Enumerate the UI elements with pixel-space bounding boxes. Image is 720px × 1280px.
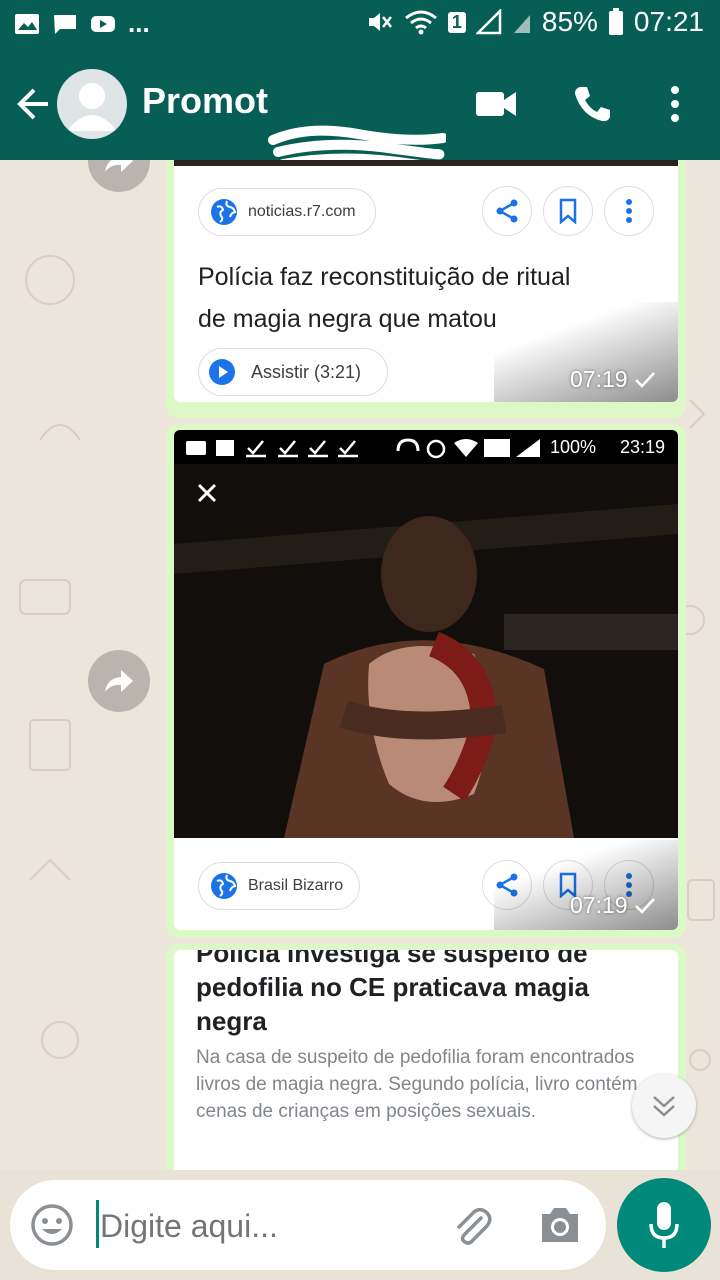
globe-icon — [211, 873, 237, 899]
mute-icon — [368, 13, 392, 31]
image-strip — [174, 160, 678, 166]
more-options-button[interactable] — [604, 186, 654, 236]
clock: 07:21 — [633, 6, 704, 37]
status-bar: ... 1 85% 07:21 — [0, 0, 720, 48]
battery-percent: 85% — [541, 6, 598, 37]
news-photo[interactable] — [174, 464, 678, 838]
avatar[interactable] — [57, 69, 127, 139]
message-bubble[interactable]: noticias.r7.com Polícia faz reconstituiç… — [166, 160, 686, 418]
source-name: noticias.r7.com — [248, 203, 356, 220]
forward-icon — [105, 670, 133, 692]
double-chevron-down-icon — [653, 1096, 675, 1117]
source-name: Brasil Bizarro — [248, 877, 344, 894]
camera-icon[interactable] — [538, 1204, 582, 1246]
bookmark-button[interactable] — [543, 186, 593, 236]
embedded-notification-icons — [186, 440, 358, 458]
embedded-system-icons — [396, 438, 540, 459]
check-icon — [634, 897, 655, 914]
more-vert-icon — [626, 199, 632, 223]
message-meta: 07:19 — [570, 366, 656, 393]
voice-call-icon[interactable] — [572, 84, 612, 124]
embedded-status-bar: 100% 23:19 — [174, 430, 678, 464]
youtube-icon — [91, 15, 115, 32]
forward-button[interactable] — [88, 650, 150, 712]
article-card[interactable]: Polícia investiga se suspeito de pedofil… — [174, 950, 678, 1170]
chat-header: Promot — [0, 48, 720, 174]
gallery-icon — [15, 13, 39, 34]
emoji-icon[interactable] — [30, 1203, 74, 1247]
close-icon — [197, 483, 217, 503]
source-chip[interactable]: Brasil Bizarro — [198, 862, 360, 910]
message-bubble[interactable]: 100% 23:19 Brasil Bizarro 07:19 — [166, 424, 686, 938]
globe-icon — [211, 199, 237, 225]
image-message[interactable]: 100% 23:19 Brasil Bizarro — [174, 430, 678, 930]
photo-illustration — [174, 464, 678, 838]
back-arrow-icon[interactable] — [14, 86, 52, 122]
watch-video-button[interactable]: Assistir (3:21) — [198, 348, 388, 396]
wifi-icon — [404, 10, 437, 35]
attachment-icon[interactable] — [451, 1204, 495, 1248]
video-call-icon[interactable] — [474, 88, 518, 120]
message-time: 07:19 — [570, 892, 628, 918]
check-icon — [634, 371, 655, 388]
message-meta: 07:19 — [570, 892, 656, 919]
share-button[interactable] — [482, 186, 532, 236]
signal-icon-2 — [513, 15, 530, 33]
signal-icon — [475, 9, 502, 35]
message-bubble[interactable]: Polícia investiga se suspeito de pedofil… — [166, 944, 686, 1170]
scroll-to-bottom-button[interactable] — [632, 1074, 696, 1138]
overflow-menu-icon[interactable] — [667, 84, 683, 124]
message-icon — [54, 14, 76, 34]
embedded-time: 23:19 — [620, 437, 666, 457]
message-composer[interactable] — [10, 1180, 606, 1270]
embedded-battery: 100% — [550, 437, 597, 457]
battery-icon — [608, 8, 623, 35]
forward-icon — [105, 160, 133, 172]
chat-area[interactable]: noticias.r7.com Polícia faz reconstituiç… — [0, 160, 720, 1170]
sim-badge: 1 — [447, 11, 466, 33]
article-snippet: Na casa de suspeito de pedofilia foram e… — [196, 1047, 638, 1122]
contact-name[interactable]: Promot — [142, 80, 268, 122]
message-time: 07:19 — [570, 366, 628, 392]
voice-message-button[interactable] — [617, 1178, 711, 1272]
more-notifications: ... — [128, 8, 150, 38]
bookmark-icon — [559, 198, 577, 224]
watch-label: Assistir (3:21) — [251, 361, 362, 382]
play-icon — [209, 359, 235, 385]
default-avatar-icon — [67, 83, 117, 131]
article-headline[interactable]: Polícia investiga se suspeito de pedofil… — [196, 950, 636, 1038]
source-chip[interactable]: noticias.r7.com — [198, 188, 376, 236]
message-input[interactable] — [96, 1198, 442, 1254]
microphone-icon — [649, 1202, 679, 1248]
share-icon — [496, 199, 518, 223]
